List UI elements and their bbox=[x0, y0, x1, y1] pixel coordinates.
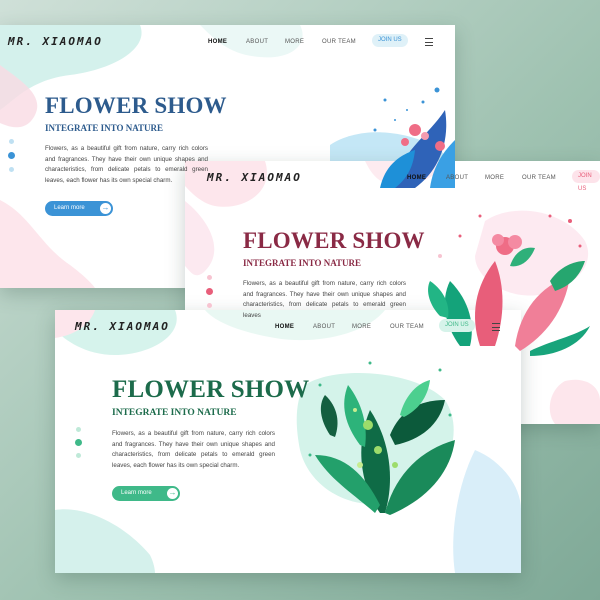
join-us-button[interactable]: JOIN US bbox=[439, 319, 475, 332]
hero-title: FLOWER SHOW bbox=[112, 376, 310, 403]
brand-logo[interactable]: MR. XIAOMAO bbox=[8, 35, 103, 48]
nav-more[interactable]: MORE bbox=[485, 175, 504, 181]
hero-subtitle: INTEGRATE INTO NATURE bbox=[112, 408, 237, 418]
nav-about[interactable]: ABOUT bbox=[446, 175, 468, 181]
hamburger-menu-icon[interactable] bbox=[425, 38, 433, 46]
top-navigation: MR. XIAOMAO HOME ABOUT MORE OUR TEAM JOI… bbox=[185, 161, 600, 197]
arrow-right-icon: → bbox=[100, 203, 111, 214]
nav-our-team[interactable]: OUR TEAM bbox=[322, 39, 356, 45]
slide-indicator-dot[interactable] bbox=[76, 453, 81, 458]
hero-title: FLOWER SHOW bbox=[45, 93, 227, 118]
nav-our-team[interactable]: OUR TEAM bbox=[522, 175, 556, 181]
slide-indicator-dot[interactable] bbox=[9, 167, 14, 172]
hero-description: Flowers, as a beautiful gift from nature… bbox=[45, 145, 208, 184]
learn-more-button[interactable]: Learn more → bbox=[45, 201, 113, 216]
nav-about[interactable]: ABOUT bbox=[313, 324, 335, 330]
hamburger-menu-icon[interactable] bbox=[492, 323, 500, 331]
slide-indicator-dot-active[interactable] bbox=[75, 439, 82, 446]
nav-more[interactable]: MORE bbox=[285, 39, 304, 45]
nav-home[interactable]: HOME bbox=[208, 39, 227, 45]
hero-description: Flowers, as a beautiful gift from nature… bbox=[112, 430, 275, 469]
join-us-button[interactable]: JOIN US bbox=[572, 170, 600, 192]
slide-indicator-dot-active[interactable] bbox=[8, 152, 15, 159]
slide-indicator-dot[interactable] bbox=[76, 427, 81, 432]
brand-logo[interactable]: MR. XIAOMAO bbox=[207, 171, 302, 184]
slide-indicator-dot[interactable] bbox=[207, 275, 212, 280]
join-us-button[interactable]: JOIN US bbox=[372, 34, 408, 47]
nav-home[interactable]: HOME bbox=[275, 324, 294, 330]
top-navigation: MR. XIAOMAO HOME ABOUT MORE OUR TEAM JOI… bbox=[0, 25, 455, 61]
hero-title: FLOWER SHOW bbox=[243, 228, 425, 253]
slide-indicator-dot-active[interactable] bbox=[206, 288, 213, 295]
brand-logo[interactable]: MR. XIAOMAO bbox=[75, 320, 170, 333]
slide-indicator-dot[interactable] bbox=[9, 139, 14, 144]
learn-more-button[interactable]: Learn more → bbox=[112, 486, 180, 501]
learn-more-label: Learn more bbox=[121, 490, 152, 496]
nav-about[interactable]: ABOUT bbox=[246, 39, 268, 45]
top-navigation: MR. XIAOMAO HOME ABOUT MORE OUR TEAM JOI… bbox=[55, 310, 521, 346]
hero-subtitle: INTEGRATE INTO NATURE bbox=[45, 123, 164, 133]
nav-home[interactable]: HOME bbox=[407, 175, 426, 181]
leaf-illustration-green bbox=[308, 361, 455, 515]
nav-our-team[interactable]: OUR TEAM bbox=[390, 324, 424, 330]
slide-indicator-dot[interactable] bbox=[207, 303, 212, 308]
nav-more[interactable]: MORE bbox=[352, 324, 371, 330]
arrow-right-icon: → bbox=[167, 488, 178, 499]
learn-more-label: Learn more bbox=[54, 205, 85, 211]
hero-subtitle: INTEGRATE INTO NATURE bbox=[243, 258, 362, 268]
